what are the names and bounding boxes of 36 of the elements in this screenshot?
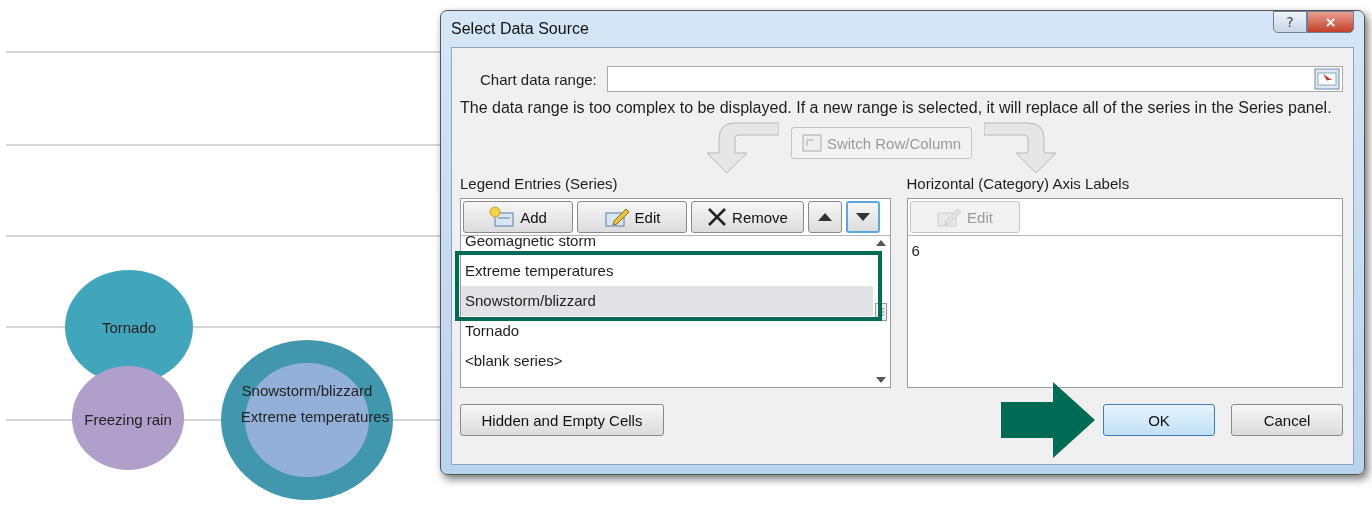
data-range-field[interactable] xyxy=(606,66,1343,92)
ok-button[interactable]: OK xyxy=(1103,404,1215,436)
series-item[interactable]: Geomagnetic storm xyxy=(461,236,873,256)
remove-button[interactable]: Remove xyxy=(691,201,804,233)
bubble-label: Freezing rain xyxy=(84,411,172,428)
series-item[interactable]: <blank series> xyxy=(461,346,873,376)
series-item[interactable]: Tornado xyxy=(461,316,873,346)
field-label: Chart data range: xyxy=(480,70,597,88)
add-button[interactable]: Add xyxy=(463,201,573,233)
help-button[interactable]: ? xyxy=(1273,11,1307,33)
panel-title: Horizontal (Category) Axis Labels xyxy=(906,175,1131,192)
move-down-button[interactable] xyxy=(846,201,880,233)
series-item[interactable]: Extreme temperatures xyxy=(461,256,873,286)
scroll-up-icon[interactable] xyxy=(876,240,887,246)
hidden-empty-cells-button[interactable]: Hidden and Empty Cells xyxy=(460,404,664,436)
scroll-thumb[interactable] xyxy=(875,302,888,321)
cancel-button[interactable]: Cancel xyxy=(1231,404,1343,436)
edit-button[interactable]: Edit xyxy=(577,201,687,233)
window-title: Select Data Source xyxy=(451,20,589,38)
info-message: The data range is too complex to be displayed. If a new range is selected, it will replace all of the series in the Series panel. xyxy=(460,98,1333,117)
bubble-label: Snowstorm/blizzard xyxy=(241,382,373,399)
move-up-button[interactable] xyxy=(808,201,842,233)
down-triangle-icon xyxy=(856,213,870,221)
bubble-label: Extreme temperatures xyxy=(240,408,390,425)
switch-icon xyxy=(801,134,822,152)
series-item[interactable]: Snowstorm/blizzard xyxy=(461,286,873,316)
edit-pencil-icon xyxy=(603,206,630,228)
bubble-label: Tornado xyxy=(101,319,157,336)
panel-title: Legend Entries (Series) xyxy=(460,175,619,192)
scroll-down-icon[interactable] xyxy=(876,377,887,383)
edit-pencil-icon xyxy=(936,206,963,228)
range-picker-icon[interactable] xyxy=(1314,68,1340,90)
up-triangle-icon xyxy=(818,213,832,221)
close-icon xyxy=(707,207,728,227)
add-series-icon xyxy=(489,206,516,228)
axis-label-item[interactable]: 6 xyxy=(911,242,1338,259)
